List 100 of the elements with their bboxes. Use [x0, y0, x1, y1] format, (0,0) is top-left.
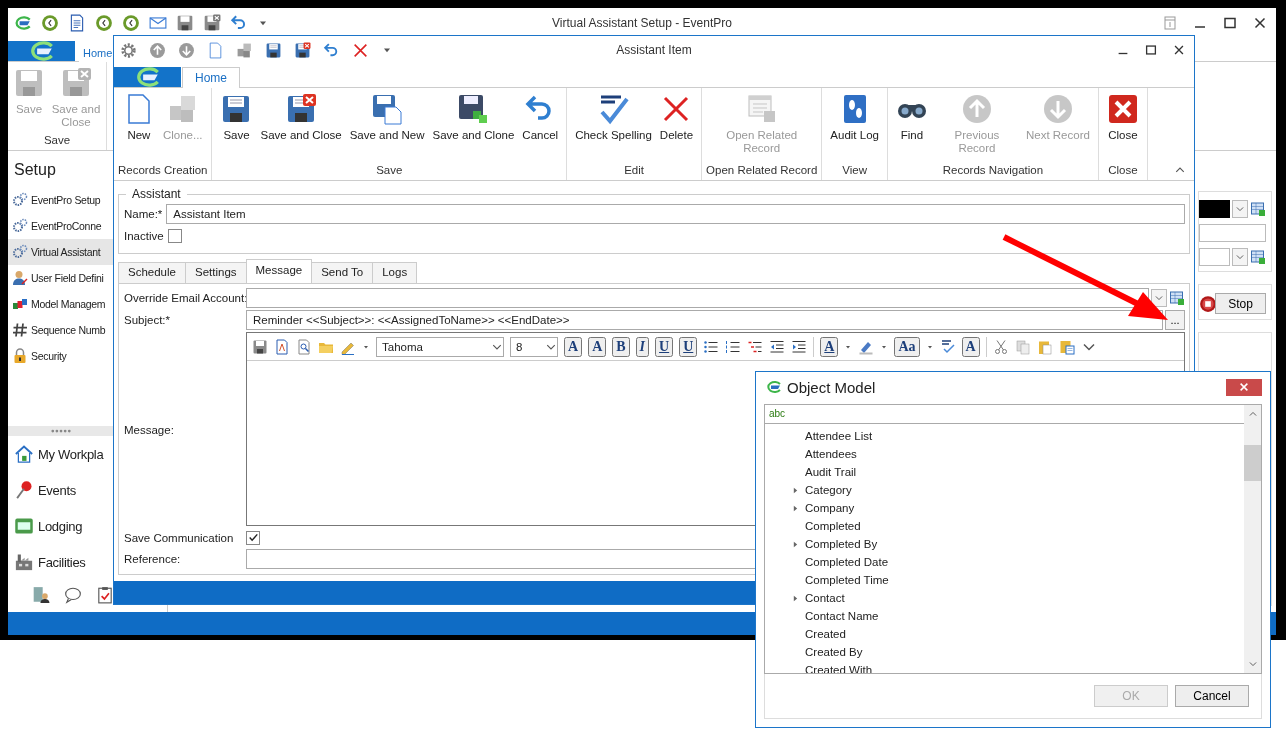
- ellipsis-button[interactable]: ...: [1165, 310, 1185, 330]
- tree-item[interactable]: Completed By: [765, 535, 1244, 553]
- indent-icon[interactable]: [791, 338, 808, 355]
- tree-item[interactable]: Contact Name: [765, 607, 1244, 625]
- close-icon[interactable]: [1172, 43, 1186, 57]
- name-field[interactable]: Assistant Item: [166, 204, 1185, 224]
- nav-item[interactable]: Model Managem: [8, 291, 113, 317]
- numbered-list-icon[interactable]: [725, 338, 742, 355]
- cut-icon[interactable]: [992, 338, 1009, 355]
- ribbon-button[interactable]: Audit Log: [826, 90, 883, 145]
- app-menu-tab[interactable]: [8, 41, 75, 61]
- outdent-icon[interactable]: [769, 338, 786, 355]
- stop-button[interactable]: Stop: [1215, 293, 1266, 314]
- document-icon[interactable]: [274, 338, 290, 355]
- settings-icon[interactable]: [120, 41, 137, 59]
- close-icon[interactable]: [1252, 15, 1268, 31]
- input-field[interactable]: [1199, 224, 1266, 242]
- save-close-icon[interactable]: [294, 41, 311, 59]
- module-item[interactable]: Lodging: [8, 508, 113, 544]
- font-dropdown[interactable]: Tahoma: [376, 336, 504, 357]
- logo-icon[interactable]: [14, 14, 32, 32]
- undo-arrow-icon[interactable]: [230, 14, 248, 32]
- dropdown-field[interactable]: [246, 288, 1149, 308]
- format-button[interactable]: A: [820, 336, 839, 357]
- document-icon[interactable]: [68, 14, 86, 32]
- scrollbar-thumb[interactable]: [1244, 445, 1261, 481]
- tab[interactable]: Send To: [311, 262, 374, 283]
- nav-item[interactable]: Security: [8, 343, 113, 369]
- scrollbar[interactable]: [1244, 405, 1261, 673]
- module-item[interactable]: Facilities: [8, 544, 113, 580]
- tree-item[interactable]: Created: [765, 625, 1244, 643]
- save-icon[interactable]: [265, 41, 282, 59]
- nav-item[interactable]: EventProConne: [8, 213, 113, 239]
- save-new-icon: [371, 93, 404, 125]
- dialog-button[interactable]: Cancel: [1175, 685, 1249, 707]
- app-menu-tab[interactable]: [114, 67, 181, 87]
- paste-special-icon[interactable]: [1058, 338, 1075, 355]
- save-icon[interactable]: [252, 338, 268, 355]
- cubes-icon[interactable]: [236, 41, 253, 59]
- format-button[interactable]: U: [655, 336, 674, 357]
- format-button[interactable]: Aa: [894, 336, 920, 357]
- tree-item[interactable]: Completed Date: [765, 553, 1244, 571]
- ribbon-button[interactable]: Check Spelling: [571, 90, 656, 145]
- dropdown-button[interactable]: [1151, 289, 1167, 307]
- ribbon-button[interactable]: New: [118, 90, 159, 145]
- subject-field[interactable]: Reminder <<Subject>>: <<AssignedToName>> <<EndDate>>: [246, 310, 1163, 330]
- clock-icon[interactable]: [122, 14, 140, 32]
- ribbon-button[interactable]: Save and Close: [256, 90, 346, 145]
- find-document-icon[interactable]: [296, 338, 312, 355]
- ribbon-button[interactable]: Save and Clone: [428, 90, 519, 145]
- format-button[interactable]: A: [588, 336, 607, 357]
- table-add-icon[interactable]: [1169, 290, 1185, 306]
- dropdown-field[interactable]: [1199, 248, 1230, 266]
- checkbox[interactable]: [246, 530, 260, 545]
- clipboard-icon[interactable]: [96, 586, 114, 604]
- format-button[interactable]: B: [612, 336, 630, 357]
- maximize-icon[interactable]: [1144, 43, 1158, 57]
- ribbon-button[interactable]: Close: [1102, 90, 1143, 145]
- table-add-icon[interactable]: [1250, 201, 1266, 217]
- format-button[interactable]: A: [564, 336, 583, 357]
- nav-item[interactable]: EventPro Setup: [8, 187, 113, 213]
- tab[interactable]: Settings: [184, 262, 247, 283]
- size-dropdown[interactable]: 8: [510, 336, 558, 357]
- tab[interactable]: Logs: [372, 262, 418, 283]
- module-item[interactable]: My Workpla: [8, 436, 113, 472]
- bullet-list-icon[interactable]: [703, 338, 720, 355]
- ribbon-button[interactable]: Save: [216, 90, 257, 145]
- checkbox[interactable]: [167, 229, 182, 243]
- envelope-icon[interactable]: [149, 14, 167, 32]
- tree-item[interactable]: Completed Time: [765, 571, 1244, 589]
- tab[interactable]: Schedule: [118, 262, 186, 283]
- close-button[interactable]: [1226, 378, 1262, 396]
- tree-item[interactable]: Contact: [765, 589, 1244, 607]
- clock-icon[interactable]: [95, 14, 113, 32]
- color-field[interactable]: [1199, 200, 1230, 218]
- format-button[interactable]: A: [961, 336, 980, 357]
- ribbon-button[interactable]: Cancel: [518, 90, 563, 145]
- nav-item[interactable]: Virtual Assistant: [8, 239, 113, 265]
- undo-arrow-icon[interactable]: [323, 41, 340, 59]
- module-item[interactable]: Events: [8, 472, 113, 508]
- maximize-icon[interactable]: [1222, 15, 1238, 31]
- ribbon-button[interactable]: Delete: [655, 90, 698, 145]
- table-add-icon[interactable]: [1250, 249, 1266, 265]
- save-icon[interactable]: [176, 14, 194, 32]
- expand-triangle-icon[interactable]: [791, 539, 800, 549]
- format-button[interactable]: I: [635, 336, 650, 357]
- expand-triangle-icon[interactable]: [791, 593, 800, 603]
- tree-item[interactable]: Created By: [765, 643, 1244, 661]
- ribbon-button[interactable]: Find: [891, 90, 932, 145]
- x-mark-icon[interactable]: [352, 41, 369, 59]
- person-document-icon[interactable]: [32, 586, 50, 604]
- speech-bubble-icon[interactable]: [64, 586, 82, 604]
- ribbon-button[interactable]: Save and New: [345, 90, 429, 145]
- ribbon-tab[interactable]: Home: [182, 67, 240, 88]
- nav-item[interactable]: User Field Defini: [8, 265, 113, 291]
- spell-check-icon[interactable]: [939, 338, 956, 355]
- format-button[interactable]: U: [679, 336, 698, 357]
- clock-icon[interactable]: [41, 14, 59, 32]
- save-close-icon[interactable]: [203, 14, 221, 32]
- nav-item[interactable]: Sequence Numb: [8, 317, 113, 343]
